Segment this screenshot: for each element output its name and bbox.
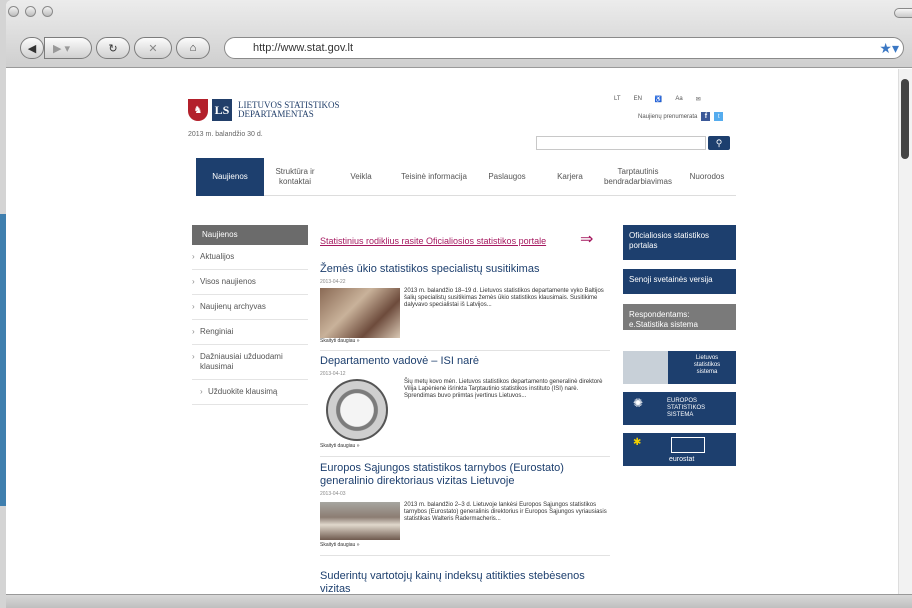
browser-window: ◀ ▶ ▾ ↻ ✕ ⌂ http://www.stat.gov.lt ★▾ ♞ … [6,0,912,608]
article-date: 2013-04-03 [320,491,346,497]
home-icon: ⌂ [189,42,197,54]
vertical-scrollbar[interactable] [898,69,912,594]
address-bar[interactable]: http://www.stat.gov.lt ★▾ [224,37,904,59]
article-title[interactable]: Suderintų vartotojų kainų indeksų atitik… [320,570,610,594]
article-text: 2013 m. balandžio 2–3 d. Lietuvoje lankė… [404,502,607,522]
article-date: 2013-04-22 [320,279,346,285]
subscribe-row: Naujienų prenumerata f t [638,112,724,121]
nav-karjera[interactable]: Karjera [542,158,598,196]
nav-tarptautinis[interactable]: Tarptautinis bendradarbiavimas [598,158,678,196]
logo-line-2: DEPARTAMENTAS [238,109,314,119]
reload-button[interactable]: ↻ [96,37,130,59]
news-article: Suderintų vartotojų kainų indeksų atitik… [320,570,610,594]
article-text: Šių metų kovo mėn. Lietuvos statistikos … [404,379,603,399]
current-date: 2013 m. balandžio 30 d. [188,131,263,138]
search-icon: ⚲ [715,137,723,148]
font-size-link[interactable]: Aa [675,96,682,103]
mail-icon[interactable]: ✉ [696,96,701,103]
article-title[interactable]: Departamento vadovė – ISI narė [320,355,610,368]
twitter-icon[interactable]: t [714,112,724,121]
stop-button[interactable]: ✕ [134,37,172,59]
status-bar [6,594,912,608]
left-menu-item[interactable]: Naujienų archyvas [192,295,308,320]
official-portal-button[interactable]: Oficialiosios statistikos portalas [623,225,736,260]
nav-struktura[interactable]: Struktūra ir kontaktai [264,158,326,196]
eurostat-logo-icon [671,437,705,453]
banner-label: eurostat [669,456,695,463]
read-more-link[interactable]: Skaityti daugiau » [320,443,359,449]
left-menu-subitem[interactable]: Užduokite klausimą [192,380,308,405]
nav-naujienos[interactable]: Naujienos [196,158,264,196]
read-more-link[interactable]: Skaityti daugiau » [320,338,359,344]
back-icon: ◀ [27,42,37,55]
main-navigation: Naujienos Struktūra ir kontaktai Veikla … [196,158,736,196]
ess-logo-icon: ✺ [633,396,644,410]
forward-icon: ▶ ▾ [53,42,71,55]
left-menu-title: Naujienos [192,225,308,245]
old-site-button[interactable]: Senoji svetainės versija [623,269,736,294]
european-statistical-system-banner[interactable]: ✺ EUROPOS STATISTIKOS SISTEMA [623,392,736,425]
news-article: Europos Sąjungos statistikos tarnybos (E… [320,462,610,564]
nav-paslaugos[interactable]: Paslaugos [472,158,542,196]
url-text: http://www.stat.gov.lt [253,42,354,54]
clock-image[interactable] [326,379,388,441]
left-menu-item[interactable]: Renginiai [192,320,308,345]
close-window-button[interactable] [8,6,19,17]
browser-toolbar: ◀ ▶ ▾ ↻ ✕ ⌂ http://www.stat.gov.lt ★▾ [6,0,912,68]
toolbar-toggle-button[interactable] [894,8,912,18]
eu-stars-icon: ✱ [633,437,642,448]
lang-en-link[interactable]: EN [634,96,642,103]
portal-banner-link[interactable]: Statistinius rodiklius rasite Oficialios… [320,236,546,246]
nav-teisine[interactable]: Teisinė informacija [396,158,472,196]
subscribe-link[interactable]: Naujienų prenumerata [638,114,697,120]
lang-lt-link[interactable]: LT [614,96,621,103]
left-menu: Naujienos Aktualijos Visos naujienos Nau… [192,225,308,405]
left-menu-item[interactable]: Dažniausiai užduodami klausimai [192,345,308,380]
facebook-icon[interactable]: f [701,112,711,121]
banner-label: Lietuvos statistikos sistema [693,355,721,375]
article-divider [320,456,610,457]
coat-of-arms-icon: ♞ [188,99,208,121]
star-icon[interactable]: ★▾ [879,38,899,58]
article-image[interactable] [320,502,400,540]
read-more-link[interactable]: Skaityti daugiau » [320,542,359,548]
stop-icon: ✕ [148,42,158,55]
left-menu-item[interactable]: Visos naujienos [192,270,308,295]
left-menu-item[interactable]: Aktualijos [192,245,308,270]
accessibility-icon[interactable]: ♿ [655,96,662,103]
web-page: ♞ LS LIETUVOS STATISTIKOS DEPARTAMENTAS … [6,69,898,594]
search-button[interactable]: ⚲ [708,136,730,150]
news-article: Žemės ūkio statistikos specialistų susit… [320,263,610,353]
respondents-button[interactable]: Respondentams: e.Statistika sistema [623,304,736,330]
banner-label: EUROPOS STATISTIKOS SISTEMA [667,398,706,418]
article-divider [320,555,610,556]
article-title[interactable]: Europos Sąjungos statistikos tarnybos (E… [320,462,610,488]
eurostat-banner[interactable]: ✱ eurostat [623,433,736,466]
lithuanian-statistics-system-banner[interactable]: Lietuvos statistikos sistema [623,351,736,384]
back-button[interactable]: ◀ [20,37,44,59]
nav-veikla[interactable]: Veikla [326,158,396,196]
utility-links: LT EN ♿ Aa ✉ [614,96,701,103]
home-button[interactable]: ⌂ [176,37,210,59]
zoom-window-button[interactable] [42,6,53,17]
site-logo[interactable]: ♞ LS LIETUVOS STATISTIKOS DEPARTAMENTAS [188,99,340,121]
article-title[interactable]: Žemės ūkio statistikos specialistų susit… [320,263,610,276]
search-input[interactable] [536,136,706,150]
nav-nuorodos[interactable]: Nuorodos [678,158,736,196]
article-divider [320,350,610,351]
forward-button[interactable]: ▶ ▾ [44,37,92,59]
reload-icon: ↻ [108,42,118,55]
news-article: Departamento vadovė – ISI narė 2013-04-1… [320,355,610,457]
article-text: 2013 m. balandžio 18–19 d. Lietuvos stat… [404,288,604,308]
ls-logo-mark: LS [212,99,232,121]
scrollbar-thumb[interactable] [901,79,909,159]
article-date: 2013-04-12 [320,371,346,377]
article-image[interactable] [320,288,400,338]
banner-arrow-icon: ⇒ [580,231,594,248]
minimize-window-button[interactable] [25,6,36,17]
